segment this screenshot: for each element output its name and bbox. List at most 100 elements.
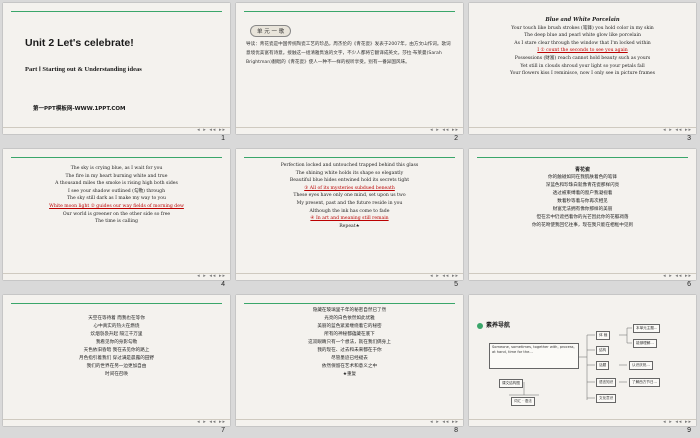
lyric-line-blank: ③ All of its mysteries subdued beneath <box>304 185 395 191</box>
accent-line <box>244 11 455 12</box>
last-icon: ▸▸ <box>684 419 692 425</box>
slide-thumbnail-5[interactable]: Perfection locked and untouched trapped … <box>236 149 463 280</box>
nav-icons: ◂ ▸ ◂◂ ▸▸ <box>430 419 459 425</box>
translation-line: 天空在等待着 而我也在等你 <box>88 316 145 321</box>
first-icon: ◂◂ <box>442 127 450 133</box>
translation-block: 天空在等待着 而我也在等你 心中真实的热火在燃烧 炊烟袅袅升起 隔江千万里 我看… <box>3 315 230 379</box>
mindmap-node: 课文结构图 <box>499 379 523 388</box>
translation-line: 依然保留在艺术和意义之中 <box>321 364 378 369</box>
slide-footer: ◂ ▸ ◂◂ ▸▸ <box>236 419 463 426</box>
prev-icon: ◂ <box>197 127 201 133</box>
slide-thumbnail-4[interactable]: The sky is crying blue, as I wait for yo… <box>3 149 230 280</box>
slide-subtitle: Part Ⅰ Starting out & Understanding idea… <box>25 66 142 73</box>
last-icon: ▸▸ <box>684 127 692 133</box>
translation-line: 你的触碰如同在我肌肤着色的笔锋 <box>548 175 617 180</box>
slide-thumbnail-8[interactable]: 隐藏在玻璃里千年的秘密自然已了然 光亮的白色依然如此优雅 美丽的蓝色紧紧缠绕着它… <box>236 295 463 426</box>
first-icon: ◂◂ <box>675 127 683 133</box>
slide-number: 1 <box>221 135 225 142</box>
slide-cell-5[interactable]: Perfection locked and untouched trapped … <box>233 146 466 292</box>
lyric-line: These eyes have only one mind, set upon … <box>293 193 406 199</box>
lyric-line: My present, past and the future reside i… <box>296 200 403 206</box>
slide-cell-8[interactable]: 隐藏在玻璃里千年的秘密自然已了然 光亮的白色依然如此优雅 美丽的蓝色紧紧缠绕着它… <box>233 292 466 438</box>
translation-block: 青花瓷 你的触碰如同在我肌肤着色的笔锋 深蓝色和珍珠白就像青花瓷那样闪亮 透过被… <box>469 166 696 230</box>
translation-line: 月色指引着我们 穿过满是晨露的田野 <box>79 356 154 361</box>
prev-icon: ◂ <box>663 127 667 133</box>
mindmap-node: 话题 <box>596 361 610 370</box>
lyric-line: Your touch like brush strokes (笔锋) you h… <box>511 25 654 31</box>
slide-cell-7[interactable]: 天空在等待着 而我也在等你 心中真实的热火在燃烧 炊烟袅袅升起 隔江千万里 我看… <box>0 292 233 438</box>
lyric-line: The fire in my heart burning white and t… <box>65 173 168 179</box>
lyric-line: Your flowers kiss I reminisce, now I onl… <box>510 71 655 77</box>
translation-title: 青花瓷 <box>574 167 590 173</box>
slide-number: 3 <box>687 135 691 142</box>
slide-number: 9 <box>687 427 691 434</box>
slide-cell-3[interactable]: Blue and White Porcelain Your touch like… <box>466 0 699 146</box>
lyric-line: As I stare clear through the window that… <box>514 40 651 46</box>
slide-thumbnail-7[interactable]: 天空在等待着 而我也在等你 心中真实的热火在燃烧 炊烟袅袅升起 隔江千万里 我看… <box>3 295 230 426</box>
lyrics-block: Perfection locked and untouched trapped … <box>236 162 463 230</box>
next-icon: ▸ <box>203 273 207 279</box>
slide-footer: ◂ ▸ ◂◂ ▸▸ <box>469 127 696 134</box>
last-icon: ▸▸ <box>451 419 459 425</box>
mindmap-node: 语言知识 <box>596 378 617 387</box>
slide-cell-1[interactable]: Unit 2 Let's celebrate! Part Ⅰ Starting … <box>0 0 233 146</box>
slide-thumbnail-3[interactable]: Blue and White Porcelain Your touch like… <box>469 3 696 134</box>
accent-line <box>244 303 455 304</box>
slide-footer: ◂ ▸ ◂◂ ▸▸ <box>469 273 696 280</box>
slide-footer: ◂ ▸ ◂◂ ▸▸ <box>236 127 463 134</box>
last-icon: ▸▸ <box>218 419 226 425</box>
mindmap-note: 了解西方节日... <box>629 378 660 387</box>
nav-icons: ◂ ▸ ◂◂ ▸▸ <box>663 273 692 279</box>
translation-line: 我看见你的身影勾勒 <box>95 340 138 345</box>
section-badge: 单 元 一 歌 <box>250 25 292 37</box>
lyric-line: The time is calling <box>95 219 138 225</box>
lyric-line: Possessions (财富) reach cannot hold beaut… <box>514 55 651 61</box>
translation-line: 我们的世界在另一边更加自由 <box>86 364 147 369</box>
nav-icons: ◂ ▸ ◂◂ ▸▸ <box>663 419 692 425</box>
translation-line: 隐藏在玻璃里千年的秘密自然已了然 <box>312 308 387 313</box>
nav-icons: ◂ ▸ ◂◂ ▸▸ <box>663 127 692 133</box>
slide-thumbnail-9[interactable]: 素养导航 Someone, sometimes, together with, … <box>469 295 696 426</box>
slide-cell-9[interactable]: 素养导航 Someone, sometimes, together with, … <box>466 292 699 438</box>
mindmap-node: 结构 <box>596 346 610 355</box>
slide-thumbnail-6[interactable]: 青花瓷 你的触碰如同在我肌肤着色的笔锋 深蓝色和珍珠白就像青花瓷那样闪亮 透过被… <box>469 149 696 280</box>
translation-line: 我的现在、过去和未来都在于你 <box>317 348 382 353</box>
slide-number: 7 <box>221 427 225 434</box>
nav-icons: ◂ ▸ ◂◂ ▸▸ <box>197 127 226 133</box>
translation-line: 美丽的蓝色紧紧缠绕着它的秘密 <box>317 324 382 329</box>
lyric-line: The deep blue and pearl white glow like … <box>524 33 641 39</box>
translation-line: 你的花吻使我回忆往事，现在我只能在相框中见到 <box>531 223 634 228</box>
slide-cell-2[interactable]: 单 元 一 歌 导读：青花瓷是中国传统陶瓷工艺的珍品，周杰伦的《青花瓷》发表于2… <box>233 0 466 146</box>
prev-icon: ◂ <box>197 419 201 425</box>
accent-line <box>244 157 455 158</box>
translation-line: 数着秒等着与你再次相见 <box>557 199 608 204</box>
slide-cell-4[interactable]: The sky is crying blue, as I wait for yo… <box>0 146 233 292</box>
translation-line: ★重复 <box>342 372 357 377</box>
slide-footer: ◂ ▸ ◂◂ ▸▸ <box>469 419 696 426</box>
accent-line <box>477 157 688 158</box>
mindmap-node: 词汇 · 语法 <box>511 397 535 406</box>
translation-line: 透过被束缚着的窗户我凝视着 <box>552 191 613 196</box>
translation-line: 尽管墨迹已经褪去 <box>331 356 368 361</box>
site-label: 第一PPT模板网-WWW.1PPT.COM <box>33 106 126 112</box>
next-icon: ▸ <box>669 419 673 425</box>
translation-line: 但在云中仍遮挡着你的光芒因此你的花瓣凋落 <box>536 215 629 220</box>
nav-icons: ◂ ▸ ◂◂ ▸▸ <box>430 127 459 133</box>
slide-number: 5 <box>454 281 458 288</box>
accent-line <box>11 303 222 304</box>
slide-cell-6[interactable]: 青花瓷 你的触碰如同在我肌肤着色的笔锋 深蓝色和珍珠白就像青花瓷那样闪亮 透过被… <box>466 146 699 292</box>
prev-icon: ◂ <box>197 273 201 279</box>
lyric-line: A thousand miles the smoke is rising hig… <box>55 181 178 187</box>
next-icon: ▸ <box>203 127 207 133</box>
next-icon: ▸ <box>669 273 673 279</box>
slide-thumbnail-1[interactable]: Unit 2 Let's celebrate! Part Ⅰ Starting … <box>3 3 230 134</box>
nav-icons: ◂ ▸ ◂◂ ▸▸ <box>430 273 459 279</box>
lyrics-block: Blue and White Porcelain Your touch like… <box>469 17 696 78</box>
translation-block: 隐藏在玻璃里千年的秘密自然已了然 光亮的白色依然如此优雅 美丽的蓝色紧紧缠绕着它… <box>236 307 463 379</box>
translation-line: 心中真实的热火在燃烧 <box>93 324 140 329</box>
translation-line: 时间在召唤 <box>105 372 128 377</box>
slide-number: 4 <box>221 281 225 288</box>
slide-footer: ◂ ▸ ◂◂ ▸▸ <box>3 419 230 426</box>
slide-thumbnail-2[interactable]: 单 元 一 歌 导读：青花瓷是中国传统陶瓷工艺的珍品，周杰伦的《青花瓷》发表于2… <box>236 3 463 134</box>
lyric-line-blank: I ① count the seconds to see you again <box>537 48 628 54</box>
